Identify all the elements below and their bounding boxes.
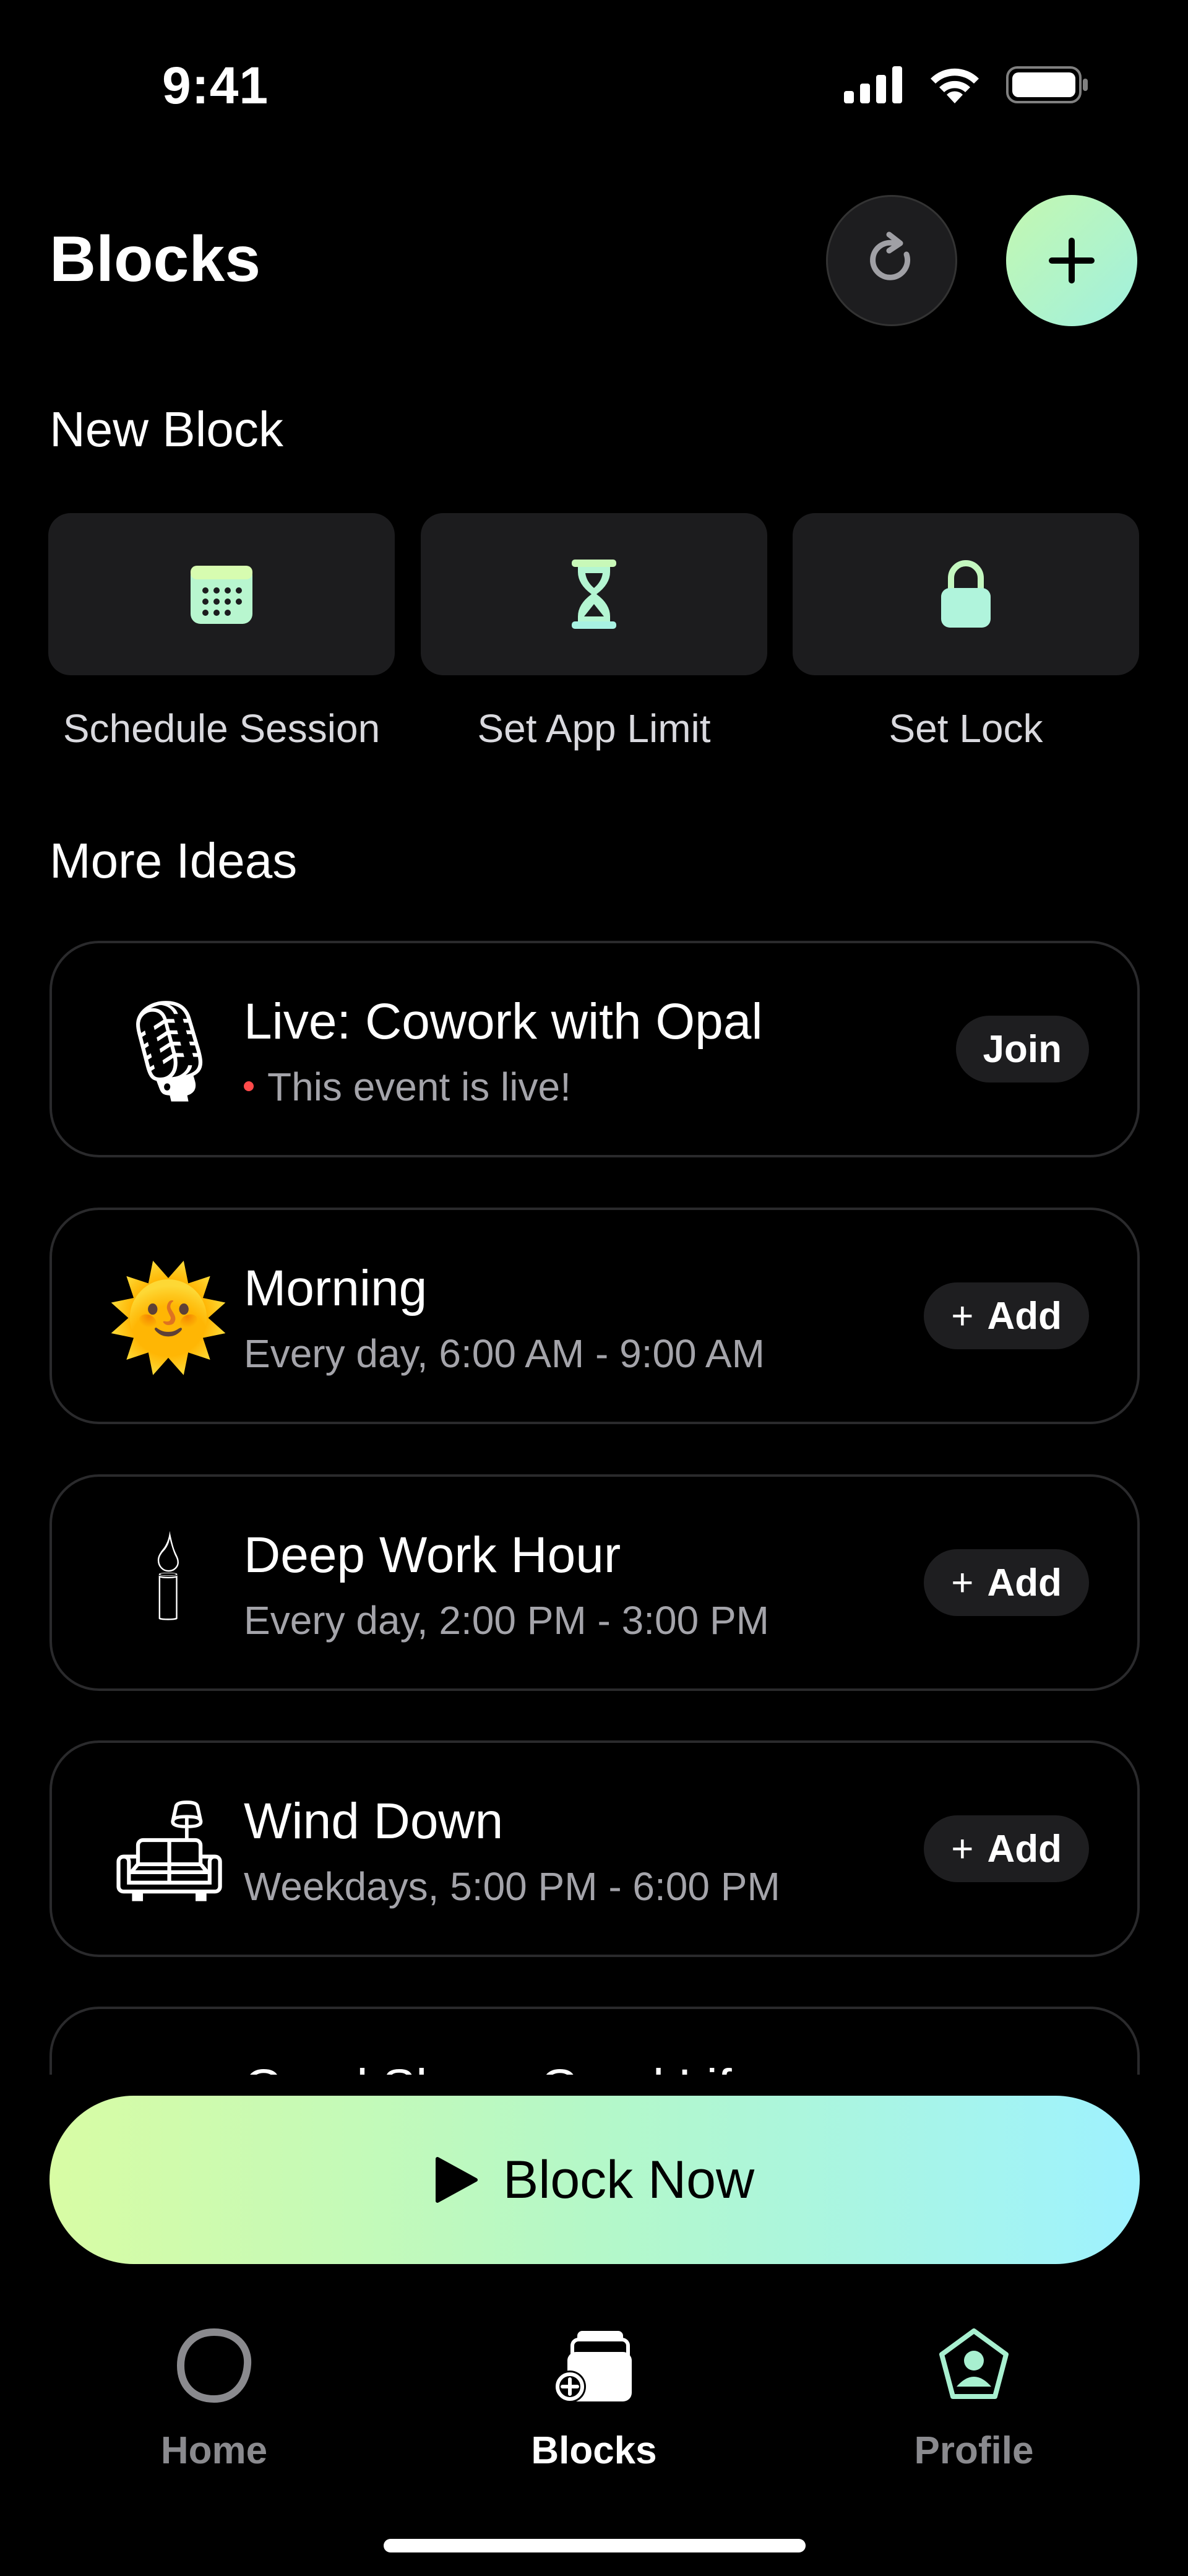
couch-icon: 🛋	[106, 1792, 233, 1908]
more-ideas-heading: More Ideas	[50, 833, 298, 888]
add-block-button[interactable]	[1006, 195, 1137, 326]
tab-profile[interactable]: Profile	[850, 2327, 1098, 2473]
card-subtitle: Weekdays, 5:00 PM - 6:00 PM	[244, 1864, 780, 1909]
calendar-icon	[191, 566, 252, 624]
add-deep-work-button[interactable]: + Add	[924, 1549, 1089, 1616]
card-subtitle: Every day, 2:00 PM - 3:00 PM	[244, 1598, 769, 1643]
set-lock-tile[interactable]	[793, 513, 1139, 675]
plus-icon	[1049, 238, 1095, 283]
home-icon	[176, 2328, 252, 2403]
card-title: Wind Down	[244, 1793, 504, 1849]
lock-icon	[941, 560, 991, 628]
block-now-button[interactable]: Block Now	[50, 2096, 1140, 2264]
plus-icon: +	[951, 1294, 974, 1338]
play-icon	[435, 2157, 478, 2203]
set-app-limit-tile[interactable]	[421, 513, 767, 675]
tab-blocks[interactable]: Blocks	[470, 2327, 718, 2473]
card-title: Good Sleep, Good Life	[244, 2059, 760, 2075]
tab-home-label: Home	[160, 2429, 268, 2472]
card-title: Live: Cowork with Opal	[244, 993, 763, 1050]
plus-icon: +	[951, 1827, 974, 1870]
battery-icon	[1006, 66, 1088, 103]
hourglass-icon	[572, 560, 616, 629]
card-subtitle: Every day, 6:00 AM - 9:00 AM	[244, 1331, 765, 1376]
cellular-signal-icon	[844, 66, 902, 103]
profile-icon	[939, 2328, 1009, 2399]
live-indicator	[244, 1081, 254, 1092]
refresh-icon	[870, 231, 911, 280]
idea-card-deep-work[interactable]: 🕯 Deep Work Hour Every day, 2:00 PM - 3:…	[50, 1474, 1140, 1691]
set-lock-label: Set Lock	[889, 706, 1043, 751]
schedule-session-label: Schedule Session	[62, 706, 381, 751]
card-title: Deep Work Hour	[244, 1527, 621, 1583]
blocks-icon	[554, 2331, 632, 2403]
tab-home[interactable]: Home	[90, 2327, 338, 2473]
new-block-heading: New Block	[50, 402, 283, 457]
schedule-session-tile[interactable]	[48, 513, 395, 675]
status-time: 9:41	[162, 56, 269, 115]
idea-card-wind-down[interactable]: 🛋 Wind Down Weekdays, 5:00 PM - 6:00 PM …	[50, 1740, 1140, 1957]
block-now-label: Block Now	[502, 2150, 755, 2210]
add-morning-button[interactable]: + Add	[924, 1282, 1089, 1349]
idea-card-partial-clip: Good Sleep, Good Life	[50, 2007, 1140, 2075]
status-icons	[844, 65, 1089, 105]
sun-icon: 🌞	[106, 1260, 230, 1375]
microphone-icon: 🎙	[106, 993, 233, 1109]
add-wind-down-button[interactable]: + Add	[924, 1815, 1089, 1882]
set-app-limit-label: Set App Limit	[477, 706, 711, 751]
home-indicator	[384, 2539, 806, 2552]
idea-card-live-cowork[interactable]: 🎙 Live: Cowork with Opal This event is l…	[50, 941, 1140, 1157]
wifi-icon	[931, 68, 979, 103]
card-subtitle: This event is live!	[244, 1064, 571, 1110]
refresh-button[interactable]	[826, 195, 957, 326]
plus-icon: +	[951, 1561, 974, 1604]
tab-profile-label: Profile	[914, 2429, 1034, 2472]
page-title: Blocks	[50, 223, 261, 295]
card-title: Morning	[244, 1260, 428, 1316]
idea-card-good-sleep[interactable]: Good Sleep, Good Life	[50, 2007, 1140, 2075]
tab-blocks-label: Blocks	[531, 2429, 657, 2472]
idea-card-morning[interactable]: 🌞 Morning Every day, 6:00 AM - 9:00 AM +…	[50, 1208, 1140, 1424]
join-button[interactable]: Join	[955, 1016, 1089, 1083]
candle-icon: 🕯	[154, 1526, 183, 1642]
